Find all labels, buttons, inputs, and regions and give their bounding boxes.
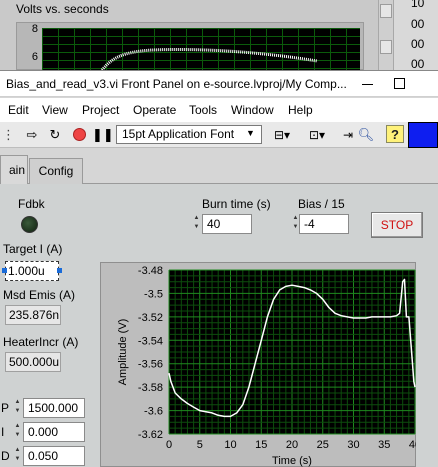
y-tick-label: -3.54 [138, 335, 163, 347]
bias-label: Bias / 15 [298, 197, 345, 211]
menu-operate[interactable]: Operate [133, 103, 176, 117]
abort-icon[interactable] [71, 127, 87, 143]
heater-incr-label: HeaterIncr (A) [3, 335, 79, 349]
window-title: Bias_and_read_v3.vi Front Panel on e-sou… [6, 77, 347, 91]
p-gain-input[interactable]: 1500.000 [23, 398, 85, 418]
resize-handle[interactable] [57, 268, 62, 273]
menu-edit[interactable]: Edit [8, 103, 29, 117]
x-tick-label: 10 [224, 439, 236, 451]
background-plot-trace [100, 47, 318, 70]
p-gain-stepper[interactable]: ▲ ▼ [13, 398, 22, 418]
target-current-label: Target I (A) [3, 242, 63, 256]
x-tick-label: 35 [378, 439, 390, 451]
y-tick-label: -3.6 [144, 406, 163, 418]
background-scroll-thumb[interactable] [380, 4, 392, 18]
menu-help[interactable]: Help [288, 103, 313, 117]
resize-handle[interactable] [2, 268, 7, 273]
background-side-number: 00 [411, 17, 425, 31]
menu-project[interactable]: Project [82, 103, 119, 117]
y-axis-label: Amplitude (V) [117, 319, 129, 386]
d-gain-label: D [1, 449, 10, 463]
y-tick-label: -3.62 [138, 429, 163, 441]
x-tick-label: 30 [347, 439, 359, 451]
reorder-icon[interactable]: ⇥ [340, 127, 356, 143]
background-side-number: 10 [411, 0, 425, 10]
background-window-title: Volts vs. seconds [16, 2, 109, 16]
x-tick-label: 5 [197, 439, 203, 451]
help-button[interactable]: ? [386, 125, 404, 143]
y-tick-label: -3.5 [144, 288, 163, 300]
msd-emis-indicator: 235.876n [5, 305, 61, 325]
maximize-button[interactable] [394, 78, 405, 89]
burn-time-stepper[interactable]: ▲ ▼ [192, 214, 201, 234]
y-tick-label: -3.56 [138, 359, 163, 371]
heater-incr-indicator: 500.000u [5, 352, 61, 372]
x-tick-label: 15 [255, 439, 267, 451]
d-gain-stepper[interactable]: ▲ ▼ [13, 446, 22, 466]
burn-time-label: Burn time (s) [202, 197, 271, 211]
background-side-number: 00 [411, 57, 425, 71]
i-gain-stepper[interactable]: ▲ ▼ [13, 422, 22, 442]
background-side-number: 00 [411, 37, 425, 51]
x-tick-label: 20 [286, 439, 298, 451]
menu-view[interactable]: View [42, 103, 68, 117]
x-axis-label: Time (s) [272, 455, 312, 467]
i-gain-input[interactable]: 0.000 [23, 422, 85, 442]
fdbk-led-indicator [21, 216, 38, 233]
toolbar-handle-icon: ⋮ [2, 127, 12, 142]
i-gain-label: I [1, 425, 5, 439]
target-current-input[interactable]: 1.000u [5, 261, 59, 281]
font-select[interactable]: 15pt Application Font [116, 125, 262, 144]
tab-config[interactable]: Config [29, 158, 83, 184]
menu-window[interactable]: Window [231, 103, 274, 117]
background-scroll-thumb[interactable] [380, 40, 392, 54]
waveform-graph-svg: -3.48 -3.5 -3.52 -3.54 -3.56 -3.58 -3.6 -3.620 5… [117, 265, 416, 467]
tab-main[interactable]: ain [0, 155, 28, 184]
vi-icon [408, 122, 438, 148]
bias-input[interactable]: -4 [299, 214, 349, 234]
burn-time-input[interactable]: 40 [202, 214, 252, 234]
align-objects-icon[interactable]: ⊟▾ [270, 127, 294, 143]
distribute-objects-icon[interactable]: ⊡▾ [304, 127, 330, 143]
y-tick-label: -3.52 [138, 312, 163, 324]
y-tick-label: -3.58 [138, 382, 163, 394]
y-tick-label: -3.48 [138, 265, 163, 277]
x-tick-label: 40 [409, 439, 416, 451]
menu-tools[interactable]: Tools [189, 103, 217, 117]
stop-button[interactable]: STOP [371, 212, 423, 238]
x-tick-label: 25 [317, 439, 329, 451]
x-tick-label: 0 [166, 439, 172, 451]
search-icon[interactable]: 🔍︎ [357, 127, 375, 143]
run-arrow-icon[interactable]: ⇨ [24, 127, 40, 143]
background-y-tick: 8 [31, 23, 38, 35]
chevron-down-icon: ▼ [246, 128, 255, 138]
pause-icon[interactable]: ❚❚ [92, 127, 114, 143]
run-continuously-icon[interactable]: ↻ [47, 127, 63, 143]
fdbk-label: Fdbk [18, 197, 45, 211]
background-y-tick: 6 [31, 51, 38, 63]
p-gain-label: P [1, 401, 10, 415]
minimize-button[interactable] [356, 71, 380, 97]
d-gain-input[interactable]: 0.050 [23, 446, 85, 466]
msd-emis-label: Msd Emis (A) [3, 288, 75, 302]
